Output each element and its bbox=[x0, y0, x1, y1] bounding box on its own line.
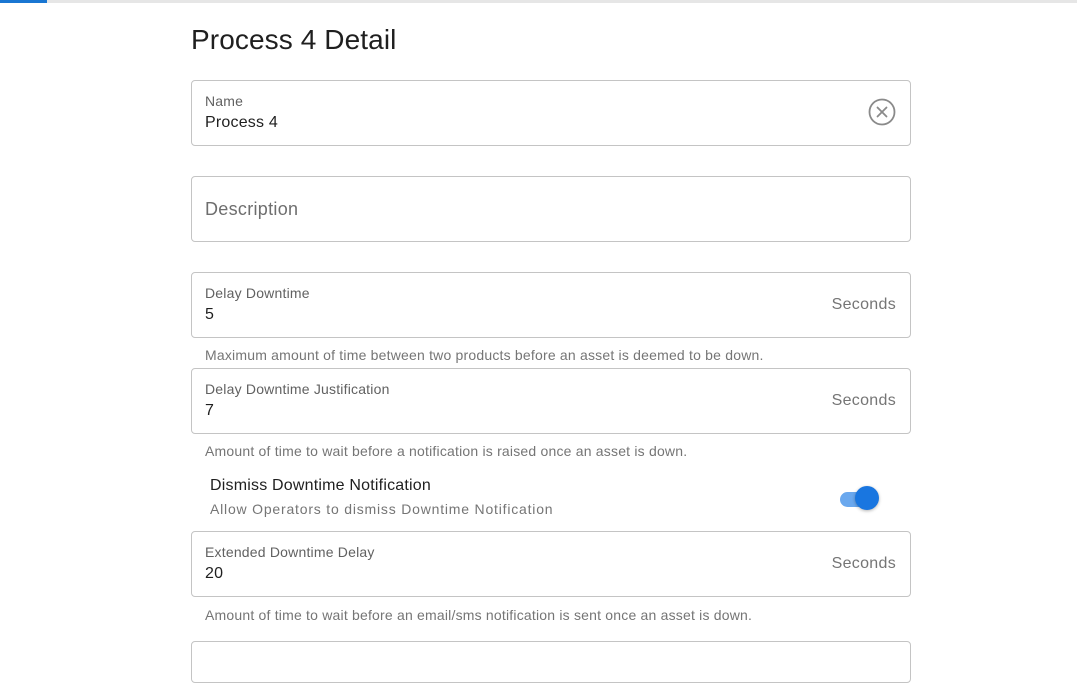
toggle-thumb bbox=[855, 486, 879, 510]
extended-downtime-delay-helper: Amount of time to wait before an email/s… bbox=[205, 607, 753, 623]
extended-downtime-delay-unit: Seconds bbox=[831, 555, 896, 572]
delay-downtime-label: Delay Downtime bbox=[205, 285, 310, 301]
delay-downtime-unit: Seconds bbox=[831, 296, 896, 313]
dismiss-downtime-notification-subtitle: Allow Operators to dismiss Downtime Noti… bbox=[210, 501, 554, 517]
delay-downtime-value[interactable]: 5 bbox=[205, 306, 214, 324]
name-field[interactable]: Name Process 4 bbox=[191, 80, 911, 146]
delay-downtime-justification-helper: Amount of time to wait before a notifica… bbox=[205, 443, 688, 459]
name-field-label: Name bbox=[205, 93, 244, 109]
delay-downtime-justification-field[interactable]: Delay Downtime Justification 7 Seconds bbox=[191, 368, 911, 434]
name-field-value[interactable]: Process 4 bbox=[205, 114, 278, 132]
description-field[interactable]: Description bbox=[191, 176, 911, 242]
close-circle-icon[interactable] bbox=[868, 98, 896, 126]
delay-downtime-helper: Maximum amount of time between two produ… bbox=[205, 347, 764, 363]
dismiss-downtime-notification-title: Dismiss Downtime Notification bbox=[210, 477, 431, 494]
extended-downtime-delay-field[interactable]: Extended Downtime Delay 20 Seconds bbox=[191, 531, 911, 597]
next-field[interactable] bbox=[191, 641, 911, 683]
dismiss-downtime-notification-row: Dismiss Downtime Notification Allow Oper… bbox=[191, 474, 911, 524]
delay-downtime-field[interactable]: Delay Downtime 5 Seconds bbox=[191, 272, 911, 338]
delay-downtime-justification-unit: Seconds bbox=[831, 392, 896, 409]
dismiss-downtime-notification-toggle[interactable] bbox=[838, 486, 880, 512]
delay-downtime-justification-value[interactable]: 7 bbox=[205, 402, 214, 420]
loading-bar-progress bbox=[0, 0, 48, 3]
extended-downtime-delay-value[interactable]: 20 bbox=[205, 565, 223, 583]
extended-downtime-delay-label: Extended Downtime Delay bbox=[205, 544, 375, 560]
loading-bar bbox=[0, 0, 1077, 3]
page-title: Process 4 Detail bbox=[191, 24, 397, 55]
description-placeholder: Description bbox=[205, 199, 299, 219]
delay-downtime-justification-label: Delay Downtime Justification bbox=[205, 381, 390, 397]
